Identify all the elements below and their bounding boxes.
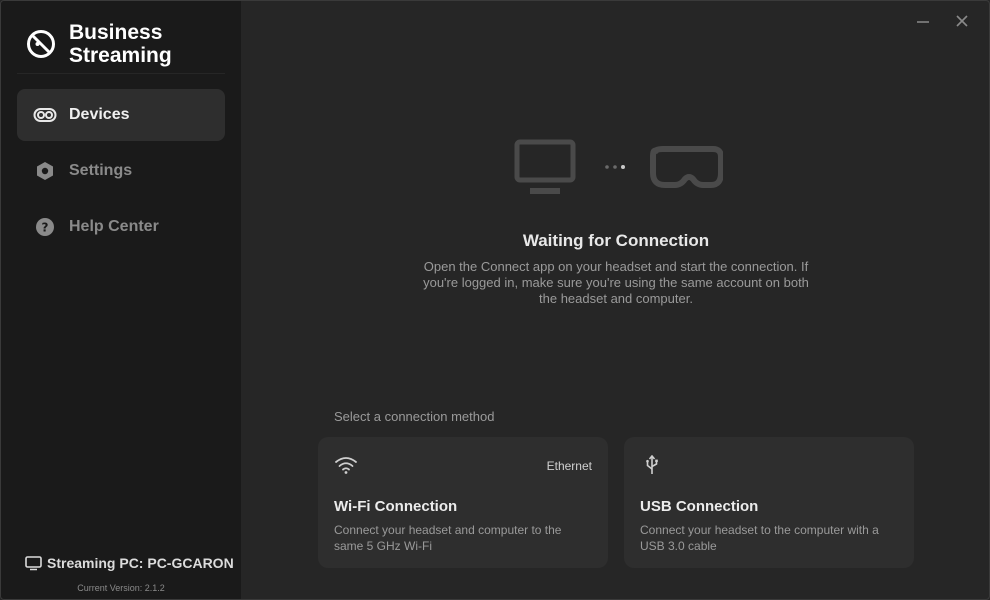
ethernet-tag: Ethernet <box>546 459 592 473</box>
streaming-pc-label: Streaming PC: PC-GCARON <box>47 555 234 571</box>
card-description: Connect your headset and computer to the… <box>334 523 562 553</box>
sidebar-item-label: Devices <box>69 106 130 123</box>
sidebar: Business Streaming Devices Settings ? He… <box>1 1 241 599</box>
sidebar-item-label: Help Center <box>69 218 159 235</box>
connection-method-label: Select a connection method <box>334 409 495 424</box>
headset-icon <box>33 103 57 127</box>
monitor-icon <box>25 555 42 570</box>
usb-icon <box>646 455 658 474</box>
minimize-icon <box>917 21 929 23</box>
brand: Business Streaming <box>25 21 219 67</box>
sidebar-footer: Streaming PC: PC-GCARON Current Version:… <box>1 551 241 599</box>
streaming-pc: Streaming PC: PC-GCARON <box>25 555 234 571</box>
app-window: Business Streaming Devices Settings ? He… <box>0 0 990 600</box>
vr-headset-icon <box>650 146 723 188</box>
sidebar-item-settings[interactable]: Settings <box>17 145 225 197</box>
card-title: Wi-Fi Connection <box>334 498 458 515</box>
minimize-button[interactable] <box>913 11 933 31</box>
wifi-connection-card[interactable]: Ethernet Wi-Fi Connection Connect your h… <box>318 437 608 568</box>
hexagon-gear-icon <box>33 159 57 183</box>
close-button[interactable] <box>952 11 972 31</box>
status-description: Open the Connect app on your headset and… <box>423 259 809 306</box>
question-circle-icon: ? <box>33 215 57 239</box>
waiting-dots-icon <box>605 165 625 169</box>
connection-illustration <box>514 139 723 194</box>
app-title: Business Streaming <box>69 21 172 67</box>
sidebar-item-devices[interactable]: Devices <box>17 89 225 141</box>
wifi-icon <box>335 457 357 474</box>
card-description: Connect your headset to the computer wit… <box>640 523 879 553</box>
close-icon <box>956 15 968 27</box>
brand-divider <box>17 73 225 74</box>
computer-monitor-icon <box>514 139 576 194</box>
version-label: Current Version: 2.1.2 <box>77 583 165 593</box>
card-title: USB Connection <box>640 498 759 515</box>
sidebar-item-label: Settings <box>69 162 133 179</box>
usb-connection-card[interactable]: USB Connection Connect your headset to t… <box>624 437 914 568</box>
status-title: Waiting for Connection <box>522 231 710 250</box>
sidebar-nav: Devices Settings ? Help Center <box>17 89 225 257</box>
svg-text:?: ? <box>42 221 49 235</box>
sidebar-item-help-center[interactable]: ? Help Center <box>17 201 225 253</box>
brand-logo-icon <box>27 30 55 58</box>
